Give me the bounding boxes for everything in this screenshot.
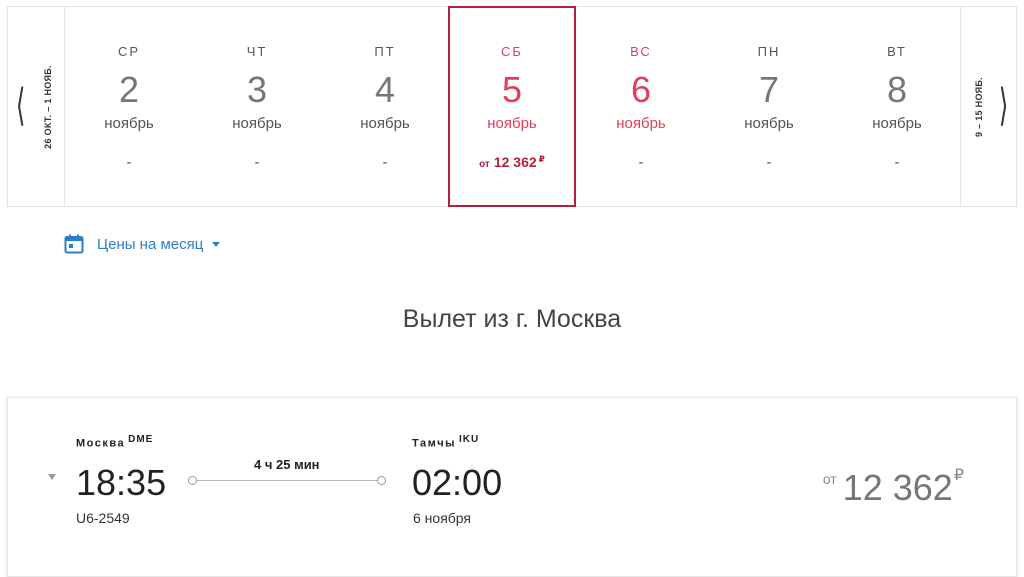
chevron-right-icon: ⟩ [998,81,1009,130]
ruble-icon: ₽ [953,467,964,484]
ruble-icon: ₽ [538,154,545,164]
origin-airport-code: DME [128,434,154,445]
caret-down-icon [212,241,221,247]
day-number: 5 [501,69,523,110]
day-of-week: СБ [501,44,523,59]
day-cell[interactable]: ПН 7 ноябрь - [705,7,833,206]
day-month: ноябрь [487,115,537,132]
day-number: 6 [630,69,652,110]
day-number: 2 [118,69,140,110]
day-of-week: ВТ [887,44,907,59]
flight-card[interactable]: Москва DME 18:35 U6-2549 4 ч 25 мин Тамчы… [7,397,1017,577]
month-prices-dropdown[interactable]: Цены на месяц [64,233,221,255]
route-start-dot [188,476,197,485]
day-cell[interactable]: ЧТ 3 ноябрь - [193,7,321,206]
date-carousel: ⟨ 26 ОКТ. – 1 НОЯБ. СР 2 ноябрь - ЧТ 3 н… [7,6,1017,207]
expand-caret-icon[interactable] [48,474,56,480]
flight-duration: 4 ч 25 мин [254,457,320,472]
day-number: 3 [246,69,268,110]
day-number: 4 [374,69,396,110]
day-of-week: ВС [630,44,652,59]
fare-from-label: от [822,471,837,487]
day-of-week: СР [117,44,141,59]
fare-amount: 12 362 [842,467,953,508]
day-of-week: ПТ [374,44,396,59]
next-week-range: 9 – 15 НОЯБ. [974,77,984,137]
arrival-time: 02:00 [412,462,503,503]
day-month: ноябрь [232,115,282,132]
day-month: ноябрь [104,115,154,132]
flight-number: U6-2549 [76,510,130,526]
route-end-dot [377,476,386,485]
chevron-left-icon: ⟨ [15,81,26,130]
destination-airport-code: IKU [458,434,480,445]
prev-week-button[interactable]: ⟨ 26 ОКТ. – 1 НОЯБ. [8,7,65,206]
month-prices-label: Цены на месяц [97,235,204,253]
day-month: ноябрь [360,115,410,132]
section-title: Вылет из г. Москва [402,305,622,333]
calendar-icon [64,234,84,254]
price-from-label: от [479,159,490,170]
day-number: 7 [758,69,780,110]
destination-city: Тамчы IKU [412,434,479,450]
arrival-date: 6 ноября [413,510,472,526]
day-of-week: ЧТ [246,44,268,59]
day-price: - [894,154,900,171]
day-price: - [638,154,644,171]
origin-city-name: Москва [76,437,126,450]
prev-week-range: 26 ОКТ. – 1 НОЯБ. [43,65,53,149]
day-number: 8 [886,69,908,110]
day-cell[interactable]: СР 2 ноябрь - [65,7,193,206]
day-price: - [766,154,772,171]
day-price: - [126,154,132,171]
destination-city-name: Тамчы [412,437,456,450]
day-month: ноябрь [616,115,666,132]
day-price: - [254,154,260,171]
price-amount: 12 362 [493,154,537,170]
day-cell[interactable]: ПТ 4 ноябрь - [321,7,449,206]
day-price: - [382,154,388,171]
next-week-button[interactable]: 9 – 15 НОЯБ. ⟩ [960,7,1016,206]
route-line [189,480,385,481]
day-cell[interactable]: ВТ 8 ноябрь - [833,7,961,206]
day-price: от 12 362 ₽ [450,154,574,170]
day-month: ноябрь [744,115,794,132]
fare-price[interactable]: от 12 362₽ [823,467,964,509]
day-cell-selected[interactable]: СБ 5 ноябрь от 12 362 ₽ [448,6,576,207]
day-cell[interactable]: ВС 6 ноябрь - [577,7,705,206]
day-of-week: ПН [757,44,781,59]
departure-time: 18:35 [76,462,167,503]
day-month: ноябрь [872,115,922,132]
origin-city: Москва DME [76,434,153,450]
